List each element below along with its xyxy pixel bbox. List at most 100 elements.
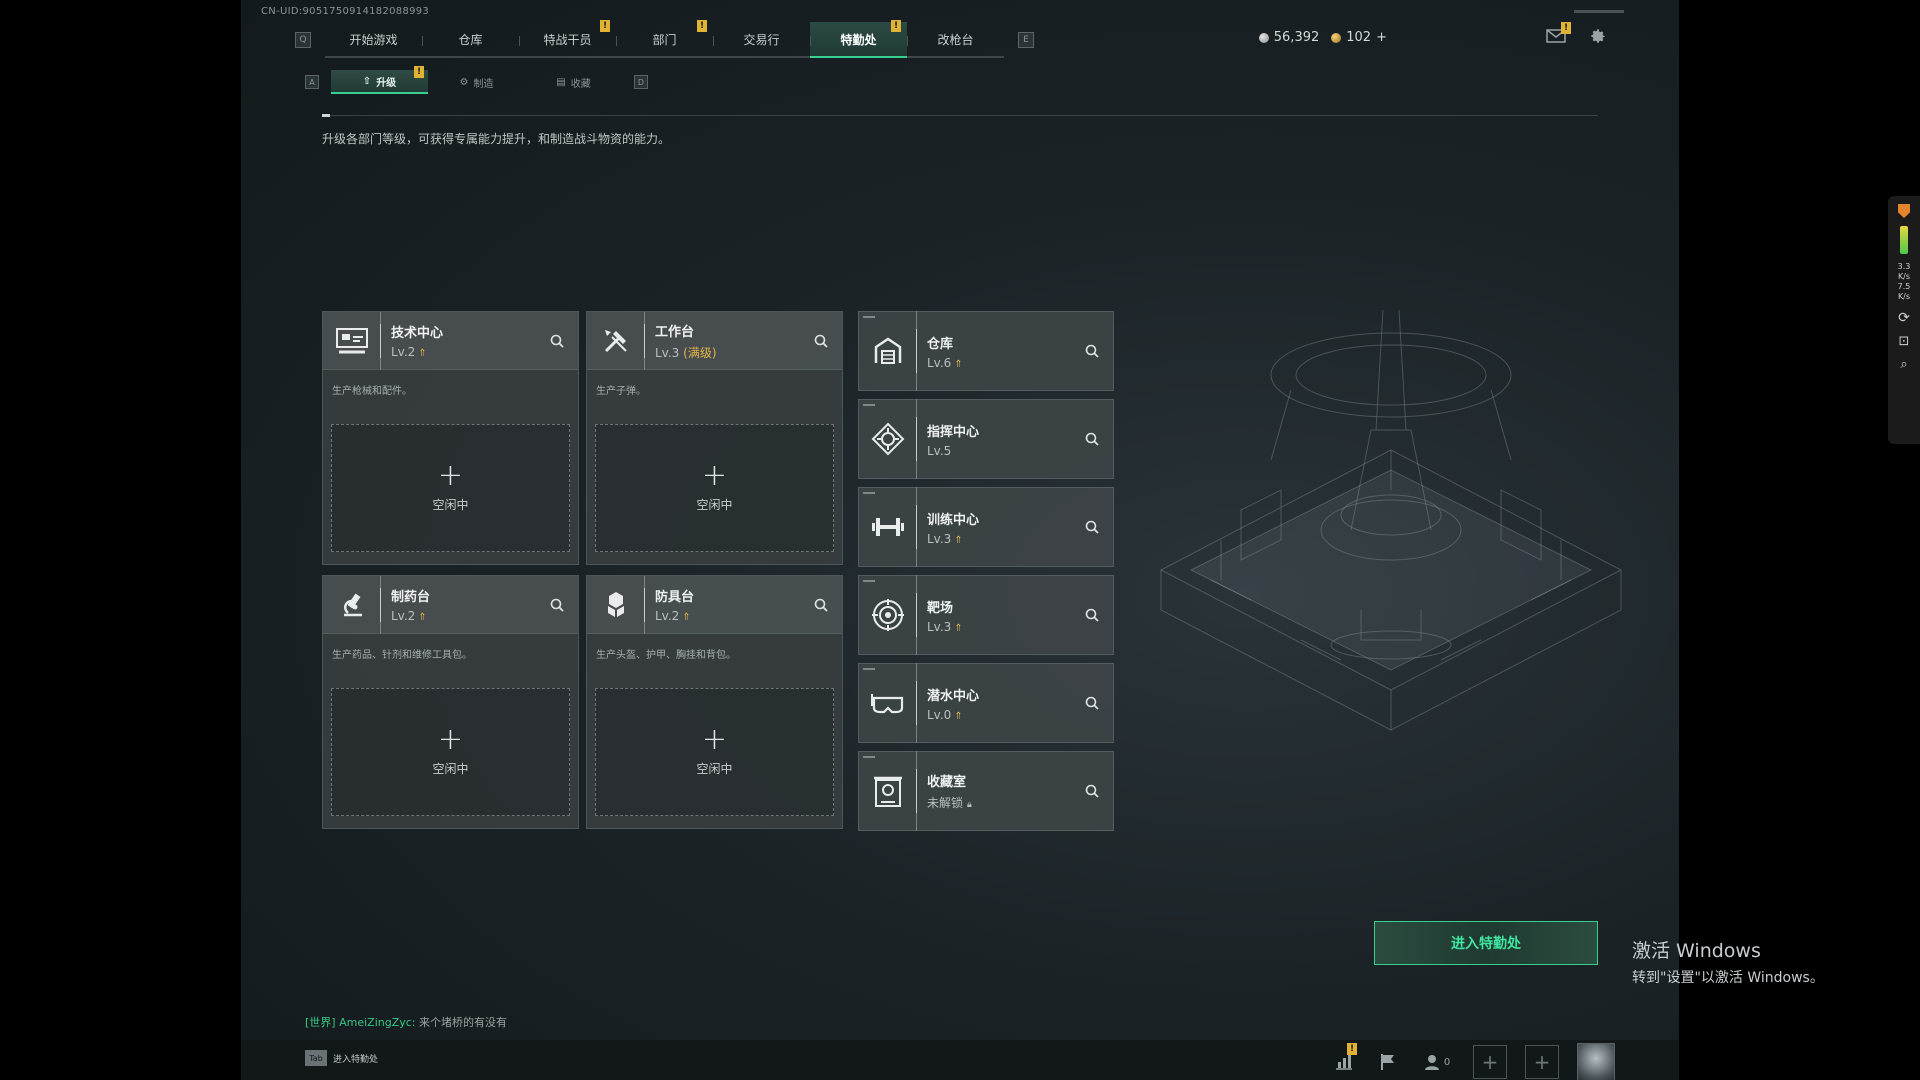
search-icon[interactable] (1081, 604, 1103, 626)
workbench-icon (587, 311, 645, 370)
search-icon[interactable] (810, 330, 832, 352)
nav-next-key[interactable]: E (1018, 32, 1034, 48)
max-level-tag: (满级) (683, 345, 717, 360)
side-toolbar: 3.3 K/s 7.5 K/s ⟳ ⊡ ⌕ (1888, 196, 1920, 444)
gear-icon[interactable] (1587, 26, 1609, 46)
sub-tabs: ⇧ 升级 ! ⚙ 制造 ▤ 收藏 (331, 66, 622, 94)
swirl-icon[interactable]: ⟳ (1898, 310, 1910, 326)
command-center-icon (859, 399, 917, 479)
department-card-warehouse[interactable]: 仓库 Lv.6 ⇑ (858, 311, 1114, 391)
sub-nav: A ⇧ 升级 ! ⚙ 制造 ▤ 收藏 D (305, 66, 648, 94)
department-name: 收藏室 (927, 775, 967, 790)
subtab-upgrade[interactable]: ⇧ 升级 ! (331, 66, 428, 94)
facility-level: Lv.2 (655, 609, 680, 623)
production-slot[interactable]: + 空闲中 (331, 688, 570, 816)
chat-message: 来个堵桥的有没有 (419, 1016, 508, 1029)
subtab-craft[interactable]: ⚙ 制造 (428, 70, 525, 94)
avatar[interactable] (1577, 1043, 1615, 1080)
alert-badge: ! (600, 20, 610, 32)
search-icon[interactable] (1081, 516, 1103, 538)
facility-level: Lv.2 (391, 609, 416, 623)
card-header: 防具台 Lv.2 ⇑ (587, 575, 842, 634)
nav-prev-key[interactable]: Q (295, 32, 311, 48)
add-currency-button[interactable]: + (1376, 30, 1387, 45)
tab-department[interactable]: 部门! (616, 20, 713, 58)
search-icon[interactable] (1081, 692, 1103, 714)
add-teammate-slot-2[interactable]: + (1525, 1045, 1559, 1079)
screen: CN-UID:9051750914182088993 Q 开始游戏 仓库 特战干… (0, 0, 1920, 1080)
tab-special-ops[interactable]: 特勤处! (810, 20, 907, 58)
tab-gunsmith[interactable]: 改枪台 (907, 22, 1004, 58)
department-card-training-center[interactable]: 训练中心 Lv.3 ⇑ (858, 487, 1114, 567)
search-icon[interactable] (1081, 340, 1103, 362)
facility-card-armor-bench: 防具台 Lv.2 ⇑ 生产头盔、护甲、胸挂和背包。 + 空闲中 (586, 575, 843, 829)
chat-line[interactable]: [世界] AmeiZingZyc: 来个堵桥的有没有 (305, 1014, 507, 1030)
chat-user: AmeiZingZyc: (339, 1016, 416, 1029)
department-card-command-center[interactable]: 指挥中心 Lv.5 (858, 399, 1114, 479)
diving-mask-icon (859, 663, 917, 743)
enter-special-ops-button[interactable]: 进入特勤处 (1374, 921, 1598, 965)
tab-shortcut[interactable]: Tab 进入特勤处 (305, 1050, 378, 1066)
tab-operators[interactable]: 特战干员! (519, 20, 616, 58)
slot-status: 空闲中 (696, 497, 733, 512)
search-icon[interactable] (546, 330, 568, 352)
flag-icon[interactable] (1375, 1047, 1401, 1077)
production-slot[interactable]: + 空闲中 (331, 424, 570, 552)
plus-icon: + (437, 721, 464, 757)
stats-icon[interactable]: ! (1331, 1043, 1357, 1077)
pharmacy-icon (323, 575, 381, 634)
slot-status: 空闲中 (696, 761, 733, 776)
target-icon (859, 575, 917, 655)
tab-shortcut-label: 进入特勤处 (333, 1054, 379, 1065)
search-icon[interactable] (546, 594, 568, 616)
plus-icon: + (437, 457, 464, 493)
tab-key: Tab (305, 1050, 327, 1066)
shield-icon[interactable] (1898, 204, 1910, 218)
tab-trading[interactable]: 交易行 (713, 22, 810, 58)
alert-badge: ! (1561, 22, 1571, 34)
search-icon[interactable] (810, 594, 832, 616)
screenshot-search-icon[interactable]: ⌕ (1900, 357, 1907, 372)
subnav-prev-key[interactable]: A (305, 75, 319, 89)
tech-center-icon (323, 311, 381, 370)
tab-start-game[interactable]: 开始游戏 (325, 22, 422, 58)
production-slot[interactable]: + 空闲中 (595, 424, 834, 552)
plus-icon: + (701, 721, 728, 757)
upgrade-arrow-icon: ⇑ (954, 358, 963, 370)
card-header: 制药台 Lv.2 ⇑ (323, 575, 578, 634)
crop-icon[interactable]: ⊡ (1899, 334, 1910, 349)
subtab-collection[interactable]: ▤ 收藏 (525, 70, 622, 94)
facility-name: 防具台 (655, 590, 695, 605)
department-level: Lv.5 (927, 443, 952, 458)
facility-card-workbench: 工作台 Lv.3 (满级) 生产子弹。 + 空闲中 (586, 311, 843, 565)
facility-level: Lv.2 (391, 345, 416, 359)
production-slot[interactable]: + 空闲中 (595, 688, 834, 816)
department-level: Lv.0 (927, 707, 952, 722)
department-level: 未解锁 (927, 796, 964, 810)
mail-icon[interactable]: ! (1545, 22, 1571, 46)
collection-room-icon (859, 751, 917, 831)
friends-count: 0 (1443, 1056, 1451, 1068)
network-speed: 3.3 K/s 7.5 K/s (1897, 262, 1911, 301)
department-card-diving-center[interactable]: 潜水中心 Lv.0 ⇑ (858, 663, 1114, 743)
facility-card-pharmacy: 制药台 Lv.2 ⇑ 生产药品、针剂和维修工具包。 + 空闲中 (322, 575, 579, 829)
department-card-shooting-range[interactable]: 靶场 Lv.3 ⇑ (858, 575, 1114, 655)
top-divider (1574, 10, 1624, 13)
facility-card-tech-center: 技术中心 Lv.2 ⇑ 生产枪械和配件。 + 空闲中 (322, 311, 579, 565)
tab-warehouse[interactable]: 仓库 (422, 22, 519, 58)
department-name: 训练中心 (927, 512, 980, 528)
gold-currency[interactable]: 102 + (1331, 30, 1387, 45)
department-level: Lv.3 (927, 531, 952, 546)
department-name: 指挥中心 (927, 424, 980, 440)
subnav-next-key[interactable]: D (634, 75, 648, 89)
upgrade-arrow-icon: ⇑ (682, 612, 691, 623)
facility-description: 生产枪械和配件。 (332, 386, 412, 397)
friends-icon[interactable]: 0 (1419, 1047, 1455, 1077)
search-icon[interactable] (1081, 428, 1103, 450)
search-icon[interactable] (1081, 780, 1103, 802)
add-teammate-slot-1[interactable]: + (1473, 1045, 1507, 1079)
department-card-collection-room[interactable]: 收藏室 未解锁 🔒︎ (858, 751, 1114, 831)
uid-label: CN-UID:9051750914182088993 (261, 6, 430, 17)
facility-name: 制药台 (391, 590, 431, 605)
armor-bench-icon (587, 575, 645, 634)
